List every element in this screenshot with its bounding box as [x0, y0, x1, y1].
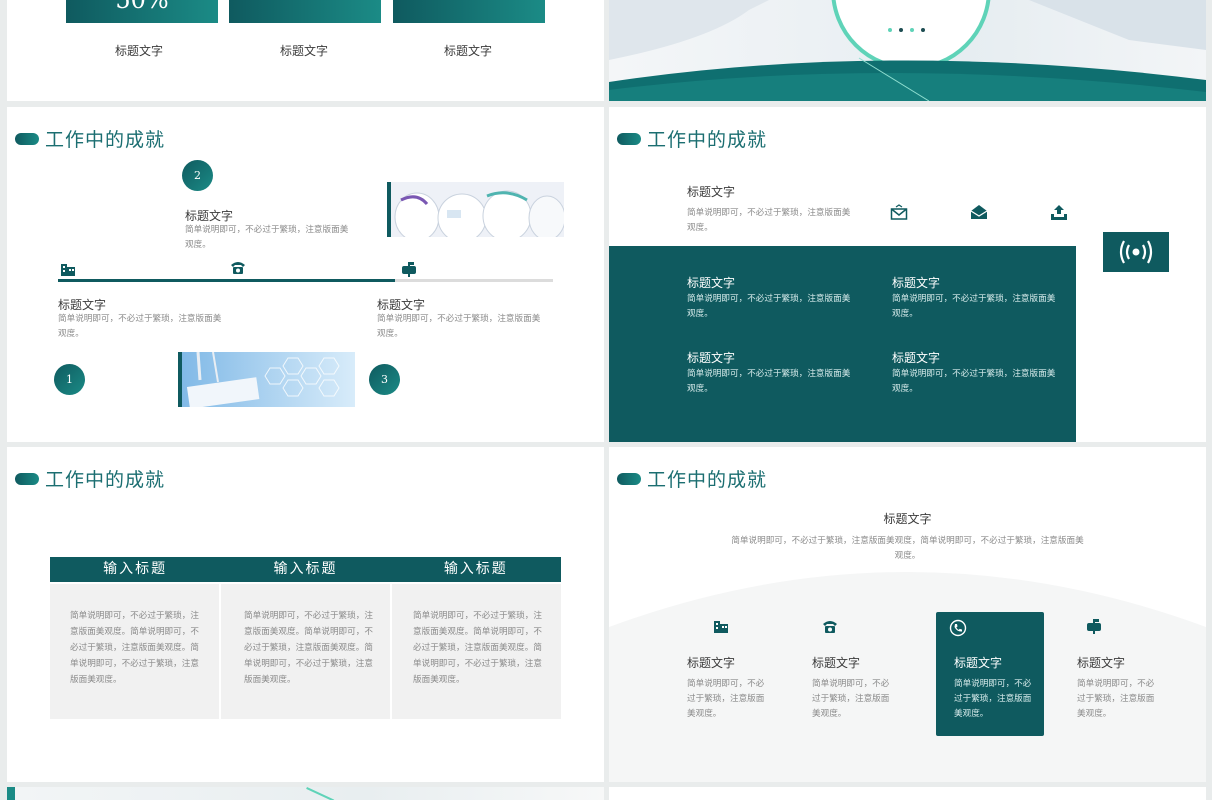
card-desc: 简单说明即可，不必过于繁琐，注意版面美观度。: [812, 679, 890, 719]
phone-call-icon: [949, 619, 967, 637]
carousel-dots[interactable]: [888, 28, 925, 32]
slide-stats[interactable]: 50% 标题文字 标题文字 标题文字: [7, 0, 604, 101]
open-mail-icon: [970, 203, 988, 221]
slide-title: 工作中的成就: [15, 465, 165, 492]
card-heading: 标题文字: [1077, 656, 1126, 670]
telephone-icon: [821, 617, 839, 635]
dot[interactable]: [899, 28, 903, 32]
doctors-photo: [609, 0, 1206, 101]
stat-caption-2: 标题文字: [280, 44, 329, 58]
grid-desc: 简单说明即可，不必过于繁琐，注意版面美观度。: [892, 294, 1056, 319]
page-title: 工作中的成就: [45, 469, 166, 491]
building-icon: [712, 617, 730, 635]
grid-desc: 简单说明即可，不必过于繁琐，注意版面美观度。: [687, 369, 851, 394]
timeline-line-rest: [395, 279, 553, 282]
cell-text: 简单说明即可，不必过于繁琐，注意版面美观度。简单说明即可，不必过于繁琐，注意版面…: [413, 611, 542, 685]
stat-caption-3: 标题文字: [444, 44, 493, 58]
grid-heading: 标题文字: [892, 351, 941, 365]
title-pill-icon: [15, 472, 39, 485]
page-title: 工作中的成就: [45, 129, 166, 151]
number-badge-3: 3: [369, 364, 400, 395]
card-heading: 标题文字: [954, 656, 1003, 670]
grid-heading: 标题文字: [687, 276, 736, 290]
slide-next-left[interactable]: [7, 787, 604, 800]
section-heading: 标题文字: [883, 512, 932, 526]
card-desc: 简单说明即可，不必过于繁琐，注意版面美观度。: [687, 679, 765, 719]
card-heading: 标题文字: [812, 656, 861, 670]
top-desc: 简单说明即可，不必过于繁琐，注意版面美观度。: [687, 208, 851, 233]
title-pill-icon: [617, 472, 641, 485]
slide-title: 工作中的成就: [617, 125, 767, 152]
table-cell: 简单说明即可，不必过于繁琐，注意版面美观度。简单说明即可，不必过于繁琐，注意版面…: [50, 584, 219, 719]
slide-title: 工作中的成就: [617, 465, 767, 492]
dot[interactable]: [888, 28, 892, 32]
column-header: 输入标题: [443, 561, 508, 577]
medical-tech-photo: [178, 352, 355, 407]
stat-bar-2: [229, 0, 381, 23]
slide-photo-banner[interactable]: [609, 0, 1206, 101]
column-header: 输入标题: [273, 561, 338, 577]
dot[interactable]: [910, 28, 914, 32]
telephone-icon: [229, 258, 247, 276]
cell-text: 简单说明即可，不必过于繁琐，注意版面美观度。简单说明即可，不必过于繁琐，注意版面…: [244, 611, 373, 685]
mailbox-icon: [400, 260, 418, 278]
item-desc: 简单说明即可，不必过于繁琐，注意版面美观度。: [58, 314, 222, 339]
number-badge-1: 1: [54, 364, 85, 395]
column-header: 输入标题: [103, 561, 168, 577]
top-heading: 标题文字: [687, 185, 736, 199]
accent-line: [306, 787, 335, 800]
mailbox-icon: [1085, 617, 1103, 635]
building-icon: [59, 260, 77, 278]
card-desc: 简单说明即可，不必过于繁琐，注意版面美观度。: [1077, 679, 1155, 719]
stat-bar-1: 50%: [66, 0, 218, 23]
timeline-line-active: [58, 279, 395, 282]
broadcast-badge: [1103, 232, 1169, 272]
slide-next-right[interactable]: [609, 787, 1206, 800]
doctors-team-photo: [387, 182, 564, 237]
page-title: 工作中的成就: [647, 129, 768, 151]
dot[interactable]: [921, 28, 925, 32]
slide-achievements-table[interactable]: 工作中的成就 输入标题 输入标题 输入标题 简单说明即可，不必过于繁琐，注意版面…: [7, 447, 604, 782]
upload-tray-icon: [1050, 204, 1068, 222]
section-intro: 简单说明即可，不必过于繁琐，注意版面美观度，简单说明即可，不必过于繁琐，注意版面…: [731, 536, 1084, 561]
slide-achievements-cards[interactable]: 工作中的成就 标题文字 简单说明即可，不必过于繁琐，注意版面美观度，简单说明即可…: [609, 447, 1206, 782]
broadcast-icon: [1117, 236, 1155, 268]
grid-heading: 标题文字: [687, 351, 736, 365]
slide-achievements-grid[interactable]: 工作中的成就 标题文字 简单说明即可，不必过于繁琐，注意版面美观度。 标题文字 …: [609, 107, 1206, 442]
card-desc: 简单说明即可，不必过于繁琐，注意版面美观度。: [954, 679, 1032, 719]
grid-panel: 标题文字 简单说明即可，不必过于繁琐，注意版面美观度。 标题文字 简单说明即可，…: [609, 246, 1076, 442]
page-title: 工作中的成就: [647, 469, 768, 491]
item-desc: 简单说明即可，不必过于繁琐，注意版面美观度。: [185, 225, 349, 250]
card-heading: 标题文字: [687, 656, 736, 670]
table-cell: 简单说明即可，不必过于繁琐，注意版面美观度。简单说明即可，不必过于繁琐，注意版面…: [221, 584, 390, 719]
title-pill-icon: [15, 132, 39, 145]
grid-desc: 简单说明即可，不必过于繁琐，注意版面美观度。: [687, 294, 851, 319]
item-heading: 标题文字: [377, 298, 426, 312]
stat-caption-1: 标题文字: [115, 44, 164, 58]
cell-text: 简单说明即可，不必过于繁琐，注意版面美观度。简单说明即可，不必过于繁琐，注意版面…: [70, 611, 199, 685]
grid-desc: 简单说明即可，不必过于繁琐，注意版面美观度。: [892, 369, 1056, 394]
arc-background: [609, 572, 1206, 782]
stat-bar-3: [393, 0, 545, 23]
table-cell: 简单说明即可，不必过于繁琐，注意版面美观度。简单说明即可，不必过于繁琐，注意版面…: [392, 584, 561, 719]
envelope-icon: [890, 204, 908, 222]
title-pill-icon: [617, 132, 641, 145]
item-heading: 标题文字: [185, 209, 234, 223]
item-desc: 简单说明即可，不必过于繁琐，注意版面美观度。: [377, 314, 541, 339]
slide-title: 工作中的成就: [15, 125, 165, 152]
stat-percent: 50%: [115, 0, 169, 14]
slide-achievements-timeline[interactable]: 工作中的成就 2 标题文字 简单说明即可，不必过于繁琐，注意版面美观度。 标题文…: [7, 107, 604, 442]
grid-heading: 标题文字: [892, 276, 941, 290]
item-heading: 标题文字: [58, 298, 107, 312]
table-header: 输入标题 输入标题 输入标题: [50, 557, 561, 582]
number-badge-2: 2: [182, 160, 213, 191]
